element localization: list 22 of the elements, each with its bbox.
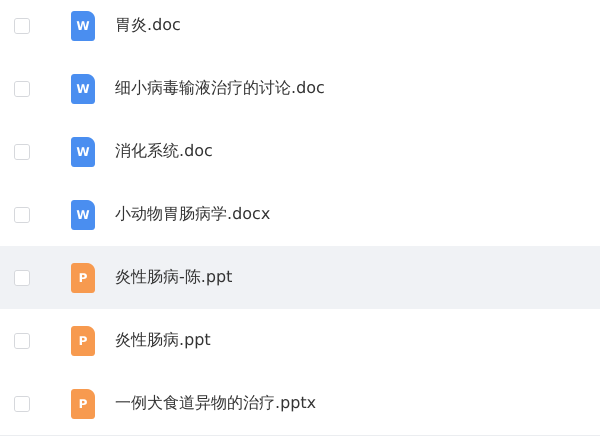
file-icon: P — [71, 262, 95, 292]
file-icon: P — [71, 326, 95, 356]
file-icon: W — [71, 10, 95, 40]
file-icon: W — [71, 136, 95, 166]
file-name[interactable]: 一例犬食道异物的治疗.pptx — [115, 393, 316, 414]
checkbox[interactable] — [14, 206, 30, 222]
checkbox[interactable] — [14, 18, 30, 34]
file-name[interactable]: 细小病毒输液治疗的讨论.doc — [115, 78, 325, 99]
checkbox[interactable] — [14, 396, 30, 412]
checkbox[interactable] — [14, 144, 30, 160]
file-row[interactable]: P 炎性肠病-陈.ppt — [0, 246, 600, 309]
checkbox[interactable] — [14, 80, 30, 96]
file-name[interactable]: 小动物胃肠病学.docx — [115, 204, 270, 225]
file-name[interactable]: 炎性肠病-陈.ppt — [115, 267, 232, 288]
file-name[interactable]: 胃炎.doc — [115, 15, 181, 36]
checkbox[interactable] — [14, 332, 30, 348]
file-icon: P — [71, 388, 95, 418]
file-icon: W — [71, 200, 95, 230]
checkbox[interactable] — [14, 270, 30, 286]
file-name[interactable]: 炎性肠病.ppt — [115, 330, 211, 351]
file-name[interactable]: 消化系统.doc — [115, 141, 213, 162]
file-icon: W — [71, 74, 95, 104]
